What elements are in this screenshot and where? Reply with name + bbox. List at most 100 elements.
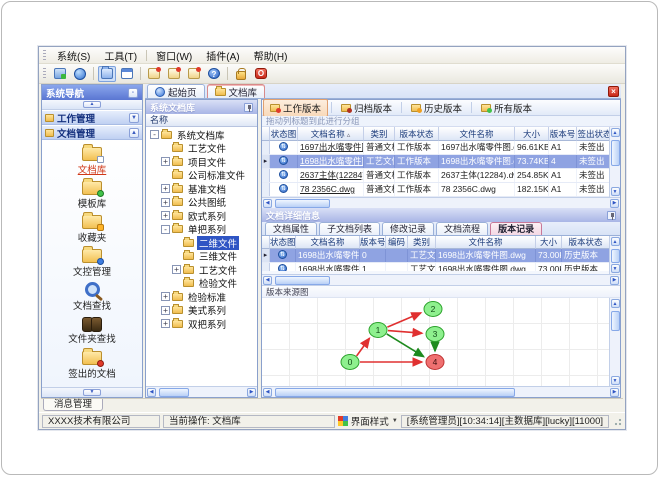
grid1-vscrollbar[interactable]: ▲ ▼ xyxy=(609,127,620,197)
table-row[interactable]: ⇅2637主体(12284).dwg普通文档工作版本2637主体(12284).… xyxy=(262,169,609,183)
tab-document-library[interactable]: 文档库 xyxy=(206,84,266,99)
scroll-thumb[interactable] xyxy=(610,249,620,263)
column-header-3[interactable]: 版本状态 xyxy=(395,127,439,141)
tree-node-14[interactable]: + 双把系列 xyxy=(146,317,257,331)
menu-item-3[interactable]: 插件(A) xyxy=(199,46,246,65)
detail-tab-1[interactable]: 子文档列表 xyxy=(319,222,381,235)
scroll-thumb[interactable] xyxy=(275,198,330,208)
grid2-hscrollbar[interactable]: ◀ ▶ xyxy=(262,274,620,285)
column-header-2[interactable]: 类别 xyxy=(364,127,395,141)
scroll-up-icon[interactable]: ▲ xyxy=(610,299,620,308)
mail-icon[interactable] xyxy=(185,66,203,82)
column-header-4[interactable]: 类别 xyxy=(408,236,436,249)
graph-hscrollbar[interactable]: ◀ ▶ xyxy=(262,386,620,397)
mail-icon[interactable] xyxy=(165,66,183,82)
expand-icon[interactable]: + xyxy=(161,319,170,329)
expand-icon[interactable]: + xyxy=(172,265,181,275)
expand-icon[interactable]: + xyxy=(161,292,170,302)
menu-item-1[interactable]: 工具(T) xyxy=(97,46,144,65)
menu-item-0[interactable]: 系统(S) xyxy=(50,46,97,65)
sidebar-item-1[interactable]: 模板库 xyxy=(45,177,139,212)
table-row[interactable]: ▸⇅1698出水嘴零件图.dwg0工艺文件1698出水嘴零件图.dwg73.00… xyxy=(262,249,609,263)
tree-node-0[interactable]: - 系统文档库 xyxy=(146,128,257,142)
column-header-1[interactable]: 文档名称 xyxy=(296,236,360,249)
scroll-up-icon[interactable]: ▲ xyxy=(610,237,620,246)
column-header-0[interactable]: 状态图 xyxy=(270,127,298,141)
button-hist-versions[interactable]: 历史版本 xyxy=(405,100,468,116)
tree-node-3[interactable]: +公司标准文件 xyxy=(146,169,257,182)
sidebar-group-document[interactable]: 文档管理 ▲ xyxy=(42,125,142,140)
sidebar-item-6[interactable]: 签出的文档 xyxy=(45,347,139,382)
toolbar-drag-grip[interactable] xyxy=(43,68,46,79)
sidebar-item-4[interactable]: 文档查找 xyxy=(45,280,139,314)
sidebar-group-work[interactable]: 工作管理 ▼ xyxy=(42,110,142,125)
mail-icon[interactable] xyxy=(145,66,163,82)
sidebar-item-5[interactable]: 文件夹查找 xyxy=(45,314,139,348)
grid2-vscrollbar[interactable]: ▲ ▼ xyxy=(609,236,620,274)
grid1-hscrollbar[interactable]: ◀ ▶ xyxy=(262,197,620,208)
tree-node-1[interactable]: +工艺文件 xyxy=(146,142,257,155)
collapse-icon[interactable]: - xyxy=(150,130,159,140)
scroll-thumb[interactable] xyxy=(159,387,189,397)
tree-node-5[interactable]: + 公共图纸 xyxy=(146,196,257,209)
tab-start-page[interactable]: 起始页 xyxy=(147,84,205,99)
tree-node-7[interactable]: - 单把系列 xyxy=(146,223,257,236)
expand-icon[interactable]: + xyxy=(161,211,170,221)
pin-icon[interactable] xyxy=(244,102,253,112)
tree-column-header[interactable]: 名称 xyxy=(146,114,257,127)
window-grid-icon[interactable] xyxy=(118,66,136,82)
lock-icon[interactable] xyxy=(232,66,250,82)
sidebar-item-0[interactable]: 文档库 xyxy=(45,143,139,178)
scroll-left-icon[interactable]: ◀ xyxy=(263,275,272,285)
expand-icon[interactable]: + xyxy=(161,184,170,194)
scroll-thumb[interactable] xyxy=(610,311,620,331)
folder-blue-icon[interactable] xyxy=(98,65,116,82)
scroll-left-icon[interactable]: ◀ xyxy=(147,387,156,397)
expand-icon[interactable]: + xyxy=(161,157,170,167)
desktop-icon[interactable] xyxy=(51,66,69,82)
exit-icon[interactable]: O xyxy=(252,66,270,82)
tree-node-10[interactable]: + 工艺文件 xyxy=(146,263,257,277)
column-header-6[interactable]: 版本号 xyxy=(549,127,577,141)
menu-drag-grip[interactable] xyxy=(43,49,46,61)
sidebar-item-2[interactable]: 收藏夹 xyxy=(45,211,139,246)
tree-node-4[interactable]: + 基准文档 xyxy=(146,182,257,196)
collapse-icon[interactable]: - xyxy=(161,224,170,234)
tree-node-12[interactable]: + 检验标准 xyxy=(146,290,257,304)
table-row[interactable]: ▸⇅1698出水嘴零件图.dwg工艺文件工作版本1698出水嘴零件图.dwg73… xyxy=(262,155,609,169)
column-header-3[interactable]: 编码 xyxy=(386,236,408,249)
resize-grip[interactable] xyxy=(612,416,622,426)
button-work-versions[interactable]: 工作版本 xyxy=(263,98,329,117)
interface-style-selector[interactable]: 界面样式 ▼ xyxy=(337,414,398,428)
tab-message-management[interactable]: 消息管理 xyxy=(43,399,104,411)
scroll-right-icon[interactable]: ▶ xyxy=(610,387,619,397)
scroll-thumb[interactable] xyxy=(275,275,330,285)
column-header-0[interactable]: 状态图 xyxy=(270,236,296,249)
table-row[interactable]: ⇅1698出水嘴零件图.dwg1工艺文件1698出水嘴零件图.dwg73.00K… xyxy=(262,263,609,271)
menu-item-2[interactable]: 窗口(W) xyxy=(149,46,199,65)
chevron-up-icon[interactable]: ▲ xyxy=(129,127,139,138)
close-tab-icon[interactable]: × xyxy=(608,86,619,97)
expand-icon[interactable]: + xyxy=(161,305,170,315)
column-header-6[interactable]: 大小 xyxy=(536,236,562,249)
help-icon[interactable]: ? xyxy=(205,66,223,82)
button-arch-versions[interactable]: 归档版本 xyxy=(335,100,398,116)
column-header-4[interactable]: 文件名称 xyxy=(439,127,515,141)
scroll-thumb[interactable] xyxy=(610,140,620,166)
button-all-versions[interactable]: 所有版本 xyxy=(475,100,538,116)
detail-tab-2[interactable]: 修改记录 xyxy=(382,222,435,235)
column-header-7[interactable]: 签出状态 xyxy=(577,127,609,141)
column-header-7[interactable]: 版本状态 xyxy=(562,236,609,249)
scroll-down-icon[interactable]: ▼ xyxy=(610,264,620,273)
tree-hscrollbar[interactable]: ◀ ▶ xyxy=(146,386,257,397)
scroll-right-icon[interactable]: ▶ xyxy=(247,387,256,397)
scroll-up-icon[interactable]: ▲ xyxy=(610,128,620,137)
chevron-down-icon[interactable]: ▼ xyxy=(129,112,139,123)
scroll-right-icon[interactable]: ▶ xyxy=(610,198,619,208)
tree-node-2[interactable]: + 项目文件 xyxy=(146,155,257,169)
table-row[interactable]: ⇅78 2356C.dwg普通文档工作版本78 2356C.dwg182.15K… xyxy=(262,183,609,197)
chevron-up-icon[interactable]: ▲ xyxy=(83,101,101,108)
chevron-down-icon[interactable]: ▼ xyxy=(83,389,101,396)
detail-tab-3[interactable]: 文档流程 xyxy=(436,222,489,235)
detail-tab-0[interactable]: 文档属性 xyxy=(265,222,318,235)
